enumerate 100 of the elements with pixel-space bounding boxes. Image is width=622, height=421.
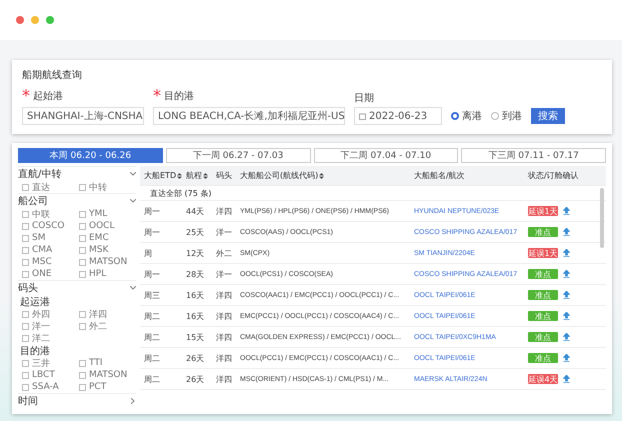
field-label: 日期: [354, 92, 374, 105]
table-cell-text: 44天: [186, 206, 206, 216]
filter-checkbox[interactable]: COSCO: [22, 220, 79, 232]
status-badge: 准点: [528, 290, 558, 300]
week-tab[interactable]: 本周 06.20 - 06.26: [18, 148, 163, 163]
table-cell-text: 洋四: [216, 352, 233, 364]
upload-icon[interactable]: [563, 290, 570, 300]
table-cell-text: 26天: [186, 374, 206, 384]
filter-checkbox[interactable]: 洋二: [22, 332, 79, 344]
filter-checkbox[interactable]: EMC: [79, 232, 136, 244]
filter-section-header[interactable]: 时间: [18, 393, 136, 408]
filter-checkbox[interactable]: 洋四: [79, 308, 136, 320]
field-label: 目的港: [164, 90, 194, 102]
group-row: 直达全部 (75 条): [140, 186, 606, 201]
sort-icon[interactable]: [203, 172, 208, 178]
status-badge: 准点: [528, 311, 558, 321]
table-cell-text: 周三: [144, 290, 161, 300]
filter-checkbox[interactable]: MATSON: [79, 256, 136, 268]
filter-checkbox[interactable]: HPL: [79, 268, 136, 280]
column-header: 状态/订舱确认: [528, 170, 580, 181]
select-field[interactable]: SHANGHAI-上海-CNSHA: [22, 107, 144, 125]
column-header[interactable]: 大船ETD: [144, 170, 186, 181]
table-cell-text: 洋四: [216, 206, 233, 216]
table-cell-text: 洋四: [216, 290, 233, 300]
filter-checkbox[interactable]: PCT: [79, 381, 136, 393]
filter-checkbox[interactable]: 洋一: [22, 320, 79, 332]
week-tab[interactable]: 下一周 06.27 - 07.03: [166, 148, 310, 163]
required-mark: *: [153, 86, 161, 105]
search-button[interactable]: 搜索: [531, 108, 565, 124]
status-badge: 准点: [528, 332, 558, 342]
maximize-window-icon[interactable]: [46, 16, 54, 24]
table-cell-text: 周一: [144, 206, 161, 216]
filter-checkbox[interactable]: ONE: [22, 268, 79, 280]
filter-checkbox[interactable]: MATSON: [79, 369, 136, 381]
upload-icon[interactable]: [563, 374, 570, 384]
filter-checkbox[interactable]: 直达: [22, 181, 79, 193]
week-tab[interactable]: 下二周 07.04 - 07.10: [314, 148, 458, 163]
table-cell-text: 周二: [144, 310, 161, 322]
filter-checkbox[interactable]: OOCL: [79, 220, 136, 232]
table-cell-text: 周一: [144, 226, 161, 238]
table-cell-text: 周: [144, 248, 153, 258]
sort-icon[interactable]: [319, 172, 324, 178]
filter-section-header[interactable]: 码头: [18, 280, 136, 295]
filter-checkbox[interactable]: 三井: [22, 357, 79, 369]
table-cell-text: 周二: [144, 332, 161, 342]
status-badge: 延误4天: [528, 374, 558, 384]
filter-checkbox[interactable]: 中联: [22, 208, 79, 220]
radio-option[interactable]: 离港: [451, 107, 482, 125]
filter-section-header[interactable]: 直航/中转: [18, 166, 136, 181]
status-badge: 延误1天: [528, 206, 558, 216]
column-header: 码头: [216, 170, 233, 181]
filter-subheading: 目的港: [19, 344, 51, 357]
filter-checkbox[interactable]: TTI: [79, 357, 136, 369]
table-cell-text: 16天: [186, 290, 206, 300]
filter-checkbox[interactable]: YML: [79, 208, 136, 220]
upload-icon[interactable]: [563, 248, 570, 258]
filter-checkbox[interactable]: CMA: [22, 244, 79, 256]
table-cell-text: 周一: [144, 268, 161, 280]
column-header[interactable]: 大船船公司(航线代码): [240, 170, 414, 181]
filter-checkbox[interactable]: MSK: [79, 244, 136, 256]
column-header[interactable]: 航程: [186, 170, 216, 181]
table-cell-text: 洋一: [216, 226, 233, 238]
filter-checkbox[interactable]: SM: [22, 232, 79, 244]
close-window-icon[interactable]: [16, 16, 24, 24]
status-badge: 准点: [528, 227, 558, 237]
week-tab[interactable]: 下三周 07.11 - 07.17: [461, 148, 606, 163]
status-badge: 准点: [528, 269, 558, 279]
filter-checkbox[interactable]: LBCT: [22, 369, 79, 381]
upload-icon[interactable]: [563, 354, 570, 362]
filter-section-header[interactable]: 船公司: [18, 193, 136, 208]
select-field[interactable]: LONG BEACH,CA-长滩,加利福尼亚州-US: [153, 107, 345, 125]
filter-checkbox[interactable]: 中转: [79, 181, 136, 193]
status-badge: 准点: [528, 353, 558, 363]
table-cell-text: 洋四: [216, 310, 233, 322]
search-title: 船期航线查询: [22, 68, 83, 82]
filter-checkbox[interactable]: SSA-A: [22, 381, 79, 393]
table-cell-text: 12天: [186, 248, 206, 258]
upload-icon[interactable]: [563, 206, 570, 216]
upload-icon[interactable]: [563, 312, 570, 320]
status-badge: 延误1天: [528, 248, 558, 258]
column-header: 大船船名/航次: [414, 170, 466, 181]
upload-icon[interactable]: [563, 332, 570, 342]
date-field[interactable]: 2022-06-23: [354, 107, 442, 125]
table-cell-text: 洋一: [216, 268, 233, 280]
filter-subheading: 起运港: [19, 296, 51, 308]
table-cell-text: 28天: [186, 268, 206, 280]
upload-icon[interactable]: [563, 270, 570, 278]
table-cell-text: 16天: [186, 310, 206, 322]
scrollbar[interactable]: [600, 188, 604, 248]
filter-checkbox[interactable]: 外四: [22, 308, 79, 320]
upload-icon[interactable]: [563, 228, 570, 236]
table-cell-text: 26天: [186, 352, 206, 364]
table-cell-text: 周二: [144, 374, 161, 384]
filter-checkbox[interactable]: MSC: [22, 256, 79, 268]
field-label: 起始港: [33, 90, 63, 102]
sort-icon[interactable]: [177, 172, 182, 178]
filter-checkbox[interactable]: 外二: [79, 320, 136, 332]
table-cell-text: 15天: [186, 332, 206, 342]
table-cell-text: 周二: [144, 352, 161, 364]
radio-option[interactable]: 到港: [491, 107, 522, 125]
